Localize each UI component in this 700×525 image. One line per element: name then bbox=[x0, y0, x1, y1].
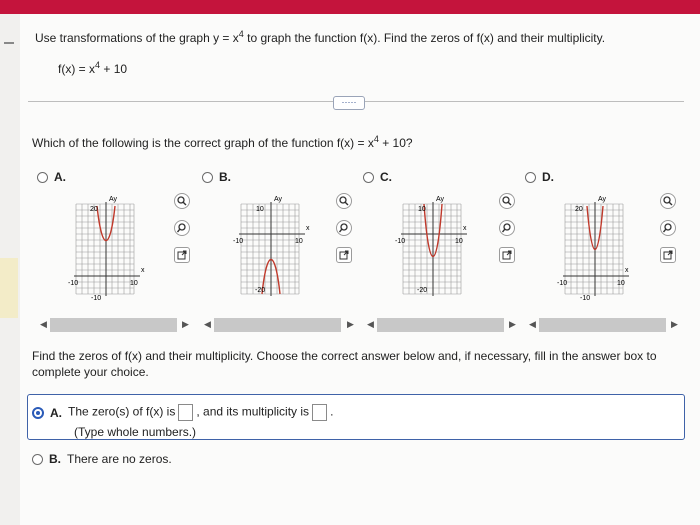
zeros-input[interactable] bbox=[178, 404, 194, 421]
bottom-tick-label: -20 bbox=[255, 287, 265, 294]
scroll-left-arrow-a[interactable]: ◀ bbox=[40, 319, 47, 330]
y-axis-label: Ay bbox=[598, 196, 607, 203]
right-tick-label: 10 bbox=[455, 238, 463, 245]
scroll-right-arrow-a[interactable]: ▶ bbox=[182, 319, 189, 330]
right-tick-label: 10 bbox=[295, 238, 303, 245]
scrollbar-c[interactable] bbox=[377, 318, 504, 332]
find-zeros-instruction: Find the zeros of f(x) and their multipl… bbox=[32, 349, 657, 379]
scroll-left-arrow-c[interactable]: ◀ bbox=[367, 319, 374, 330]
function-post: + 10 bbox=[100, 62, 128, 76]
left-tick-label: -10 bbox=[233, 238, 243, 245]
y-axis-label: Ay bbox=[274, 196, 283, 203]
scrollbar-b[interactable] bbox=[214, 318, 341, 332]
option-b-graph: Ay x 10 10 -10 -20 bbox=[229, 192, 319, 302]
function-definition: f(x) = x4 + 10 bbox=[58, 60, 127, 76]
zoom-in-icon[interactable] bbox=[336, 193, 352, 209]
multiplicity-input[interactable] bbox=[312, 404, 328, 421]
popout-icon[interactable] bbox=[660, 247, 676, 263]
option-b-choice[interactable]: B. bbox=[202, 170, 231, 184]
zoom-out-icon[interactable] bbox=[499, 220, 515, 236]
answer-a-row[interactable]: A. The zero(s) of f(x) is , and its multi… bbox=[32, 404, 333, 421]
instruction-post: to graph the function f(x). Find the zer… bbox=[243, 31, 606, 45]
right-tick-label: 10 bbox=[130, 280, 138, 287]
zoom-in-icon[interactable] bbox=[660, 193, 676, 209]
option-c-radio[interactable] bbox=[363, 171, 374, 183]
top-tick-label: 10 bbox=[418, 206, 426, 213]
graph-grid bbox=[240, 203, 300, 295]
left-tick-label: -10 bbox=[557, 280, 567, 287]
option-d-label: D. bbox=[542, 170, 554, 184]
option-d-graph: Ay x 20 10 -10 -10 bbox=[553, 192, 643, 302]
zeros-text: The zero(s) of f(x) is bbox=[68, 404, 176, 419]
prompt-pre: Which of the following is the correct gr… bbox=[32, 136, 374, 150]
answer-b-row[interactable]: B. There are no zeros. bbox=[32, 452, 172, 466]
multiplicity-text: , and its multiplicity is bbox=[196, 404, 310, 419]
answer-a-label: A. bbox=[50, 405, 62, 420]
left-tick-label: -10 bbox=[68, 280, 78, 287]
y-axis-label: Ay bbox=[436, 196, 445, 203]
option-a-radio[interactable] bbox=[37, 171, 48, 183]
zoom-in-icon[interactable] bbox=[499, 193, 515, 209]
top-accent-bar bbox=[0, 0, 700, 14]
popout-icon[interactable] bbox=[499, 247, 515, 263]
option-d-radio[interactable] bbox=[525, 171, 536, 183]
x-axis-label: x bbox=[306, 225, 310, 232]
left-edge-mark bbox=[4, 42, 14, 44]
option-b-radio[interactable] bbox=[202, 171, 213, 183]
right-tick-label: 10 bbox=[617, 280, 625, 287]
graph-grid bbox=[75, 203, 135, 295]
scroll-right-arrow-c[interactable]: ▶ bbox=[509, 319, 516, 330]
option-b-label: B. bbox=[219, 170, 231, 184]
answer-a-hint: (Type whole numbers.) bbox=[74, 425, 197, 439]
option-c-choice[interactable]: C. bbox=[363, 170, 392, 184]
x-axis-label: x bbox=[625, 267, 629, 274]
bottom-tick-label: -10 bbox=[91, 295, 101, 302]
scroll-right-arrow-d[interactable]: ▶ bbox=[671, 319, 678, 330]
graph-prompt: Which of the following is the correct gr… bbox=[32, 134, 413, 150]
scroll-left-arrow-b[interactable]: ◀ bbox=[204, 319, 211, 330]
option-a-choice[interactable]: A. bbox=[37, 170, 66, 184]
answer-b-label: B. bbox=[49, 452, 61, 466]
option-c-label: C. bbox=[380, 170, 392, 184]
option-d-tools bbox=[660, 193, 676, 263]
option-c-graph: Ay x 10 10 -10 -20 bbox=[391, 192, 481, 302]
top-tick-label: 10 bbox=[256, 206, 264, 213]
x-axis-label: x bbox=[141, 267, 145, 274]
answer-b-text: There are no zeros. bbox=[67, 452, 172, 466]
zoom-out-icon[interactable] bbox=[660, 220, 676, 236]
scroll-right-arrow-b[interactable]: ▶ bbox=[347, 319, 354, 330]
function-pre: f(x) = x bbox=[58, 62, 96, 76]
zoom-out-icon[interactable] bbox=[174, 220, 190, 236]
scrollbar-a[interactable] bbox=[50, 318, 177, 332]
answer-a-period: . bbox=[330, 404, 334, 419]
question-instruction: Use transformations of the graph y = x4 … bbox=[35, 29, 605, 45]
option-a-label: A. bbox=[54, 170, 66, 184]
left-tick-label: -10 bbox=[395, 238, 405, 245]
x-axis-label: x bbox=[463, 225, 467, 232]
expand-more-button[interactable]: ····· bbox=[333, 96, 365, 110]
answer-a-radio[interactable] bbox=[32, 406, 44, 419]
zoom-in-icon[interactable] bbox=[174, 193, 190, 209]
option-d-choice[interactable]: D. bbox=[525, 170, 554, 184]
bottom-tick-label: -10 bbox=[580, 295, 590, 302]
bottom-tick-label: -20 bbox=[417, 287, 427, 294]
answer-b-radio[interactable] bbox=[32, 453, 43, 465]
option-c-tools bbox=[499, 193, 515, 263]
popout-icon[interactable] bbox=[336, 247, 352, 263]
top-tick-label: 20 bbox=[90, 206, 98, 213]
popout-icon[interactable] bbox=[174, 247, 190, 263]
option-a-tools bbox=[174, 193, 190, 263]
answer-a-text: The zero(s) of f(x) is , and its multipli… bbox=[68, 404, 333, 421]
scroll-left-arrow-d[interactable]: ◀ bbox=[529, 319, 536, 330]
graph-grid bbox=[402, 203, 462, 295]
scrollbar-d[interactable] bbox=[539, 318, 666, 332]
option-a-graph: Ay x 20 10 -10 -10 bbox=[64, 192, 154, 302]
zoom-out-icon[interactable] bbox=[336, 220, 352, 236]
left-edge-highlight bbox=[0, 258, 18, 318]
instruction-pre: Use transformations of the graph y = x bbox=[35, 31, 239, 45]
top-tick-label: 20 bbox=[575, 206, 583, 213]
option-b-tools bbox=[336, 193, 352, 263]
y-axis-label: Ay bbox=[109, 196, 118, 203]
prompt-post: + 10? bbox=[378, 136, 413, 150]
